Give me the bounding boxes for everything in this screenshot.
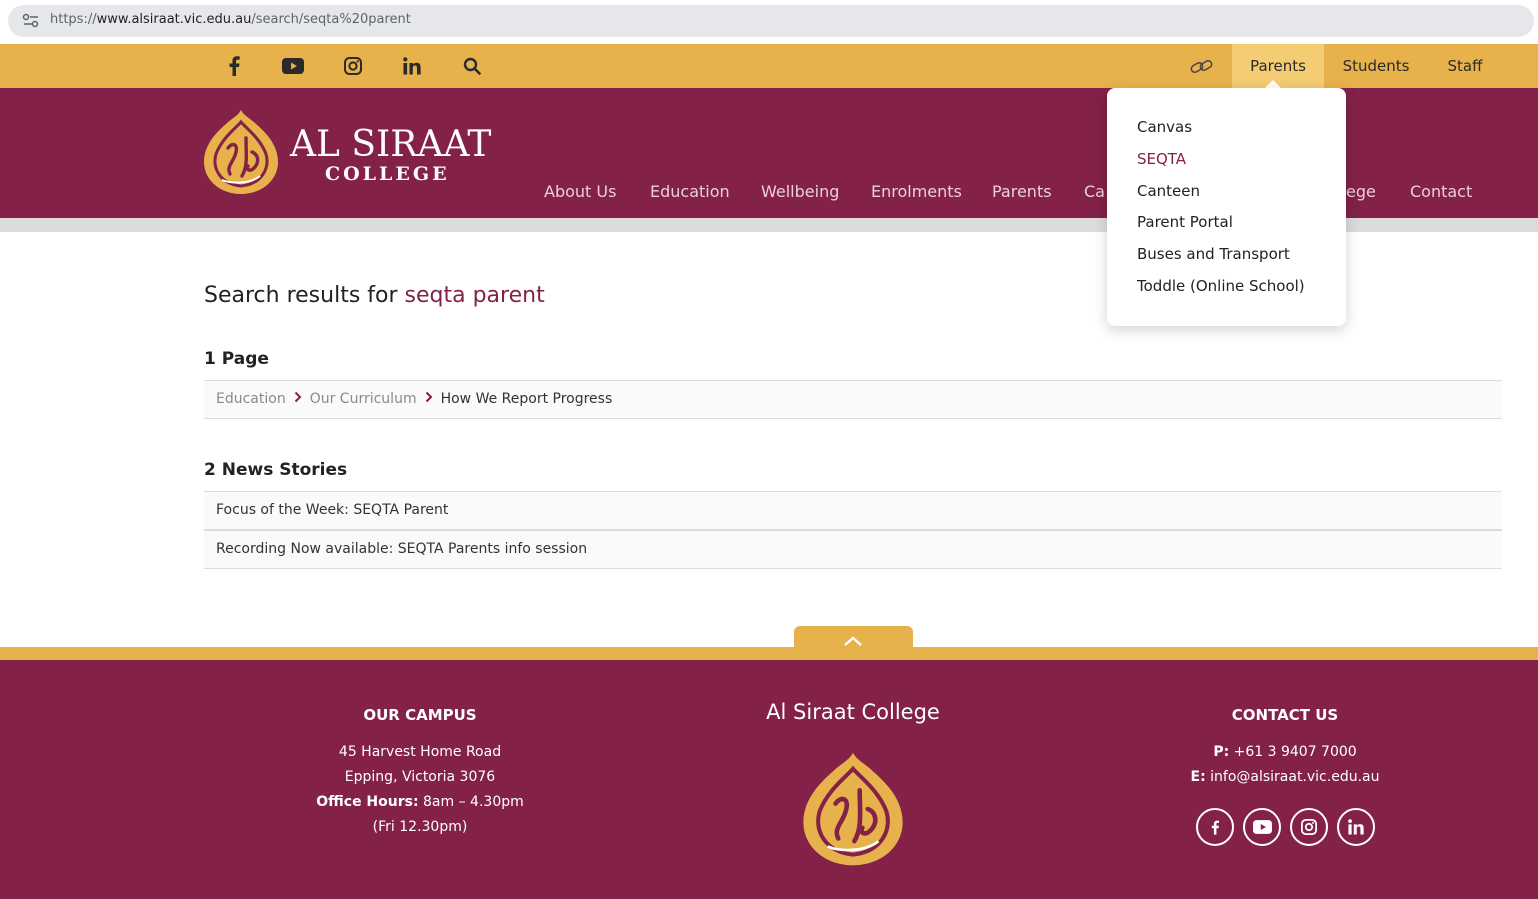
email-label: E: (1190, 769, 1206, 785)
browser-toolbar: https://www.alsiraat.vic.edu.au/search/s… (0, 0, 1538, 44)
heading-prefix: Search results for (204, 283, 405, 308)
office-hours-value: 8am – 4.30pm (418, 794, 524, 810)
office-hours: Office Hours: 8am – 4.30pm (280, 790, 560, 815)
breadcrumb-our-curriculum[interactable]: Our Curriculum (310, 391, 417, 407)
menu-item-buses-and-transport[interactable]: Buses and Transport (1137, 245, 1290, 263)
contact-email[interactable]: E: info@alsiraat.vic.edu.au (1140, 765, 1430, 790)
address-bar[interactable]: https://www.alsiraat.vic.edu.au/search/s… (8, 5, 1534, 37)
contact-heading: CONTACT US (1231, 706, 1339, 724)
search-term: seqta parent (404, 283, 545, 308)
facebook-icon[interactable] (1196, 808, 1234, 846)
logo-title[interactable]: AL SIRAAT (290, 124, 491, 165)
nav-education[interactable]: Education (650, 182, 730, 201)
news-section-title: 2 News Stories (204, 460, 348, 480)
search-results-heading: Search results for seqta parent (204, 283, 545, 308)
url-text[interactable]: https://www.alsiraat.vic.edu.au/search/s… (50, 12, 411, 27)
quick-links-icon[interactable] (1186, 56, 1218, 78)
news-link[interactable]: Recording Now available: SEQTA Parents i… (216, 541, 587, 557)
phone-value: +61 3 9407 7000 (1229, 744, 1357, 760)
chevron-up-icon (844, 636, 862, 646)
facebook-icon[interactable] (214, 44, 254, 88)
logo-subtitle[interactable]: COLLEGE (325, 163, 450, 185)
contact-column: CONTACT US P: +61 3 9407 7000 E: info@al… (1140, 706, 1430, 790)
campus-address-line2: Epping, Victoria 3076 (344, 769, 496, 785)
nav-wellbeing[interactable]: Wellbeing (761, 182, 839, 201)
nav-college-partial[interactable]: ege (1346, 182, 1376, 201)
url-scheme: https:// (50, 12, 97, 27)
pages-section-title: 1 Page (204, 349, 269, 369)
instagram-icon[interactable] (1290, 808, 1328, 846)
utility-bar: Parents Students Staff (0, 44, 1538, 88)
menu-item-toddle[interactable]: Toddle (Online School) (1137, 277, 1305, 295)
page-result-row[interactable]: Education Our Curriculum How We Report Pro… (204, 380, 1502, 419)
office-hours-label: Office Hours: (316, 794, 419, 810)
url-path: /search/seqta%20parent (251, 12, 411, 27)
linkedin-icon[interactable] (1337, 808, 1375, 846)
parents-dropdown-menu: Canvas SEQTA Canteen Parent Portal Buses… (1107, 88, 1346, 326)
nav-parents[interactable]: Parents (992, 182, 1052, 201)
email-value: info@alsiraat.vic.edu.au (1205, 769, 1380, 785)
tab-staff[interactable]: Staff (1430, 44, 1500, 88)
nav-contact[interactable]: Contact (1410, 182, 1472, 201)
news-result-row[interactable]: Focus of the Week: SEQTA Parent (204, 491, 1502, 530)
search-icon[interactable] (452, 44, 492, 88)
footer-accent-line (0, 647, 1538, 660)
nav-about-us[interactable]: About Us (544, 182, 616, 201)
news-link[interactable]: Focus of the Week: SEQTA Parent (216, 502, 448, 518)
linkedin-icon[interactable] (392, 44, 432, 88)
menu-item-canvas[interactable]: Canvas (1137, 118, 1192, 136)
footer-logo-emblem (803, 752, 903, 866)
breadcrumb-education[interactable]: Education (216, 391, 286, 407)
nav-enrolments[interactable]: Enrolments (871, 182, 962, 201)
footer-brand: Al Siraat College (766, 700, 940, 724)
college-logo-emblem[interactable] (202, 108, 280, 196)
breadcrumb-how-we-report-progress[interactable]: How We Report Progress (441, 391, 613, 407)
tab-students[interactable]: Students (1330, 44, 1422, 88)
chevron-right-icon (425, 391, 432, 403)
campus-column: OUR CAMPUS 45 Harvest Home Road Epping, … (280, 706, 560, 840)
office-hours-friday: (Fri 12.30pm) (372, 819, 468, 835)
url-host: www.alsiraat.vic.edu.au (96, 12, 252, 27)
site-settings-icon[interactable] (22, 13, 40, 29)
contact-phone[interactable]: P: +61 3 9407 7000 (1140, 740, 1430, 765)
campus-heading: OUR CAMPUS (363, 706, 477, 724)
youtube-icon[interactable] (273, 44, 313, 88)
menu-item-seqta[interactable]: SEQTA (1137, 150, 1186, 168)
dropdown-caret (1265, 80, 1281, 88)
chevron-right-icon (294, 391, 302, 403)
news-result-row[interactable]: Recording Now available: SEQTA Parents i… (204, 530, 1502, 569)
instagram-icon[interactable] (333, 44, 373, 88)
brand-column: Al Siraat College (703, 700, 1003, 724)
menu-item-canteen[interactable]: Canteen (1137, 182, 1200, 200)
site-footer: OUR CAMPUS 45 Harvest Home Road Epping, … (0, 660, 1538, 899)
youtube-icon[interactable] (1243, 808, 1281, 846)
breadcrumb: Education Our Curriculum How We Report Pro… (216, 391, 612, 407)
menu-item-parent-portal[interactable]: Parent Portal (1137, 213, 1233, 231)
phone-label: P: (1213, 744, 1230, 760)
nav-ca-partial[interactable]: Ca (1084, 182, 1105, 201)
campus-address-line1: 45 Harvest Home Road (338, 744, 502, 760)
